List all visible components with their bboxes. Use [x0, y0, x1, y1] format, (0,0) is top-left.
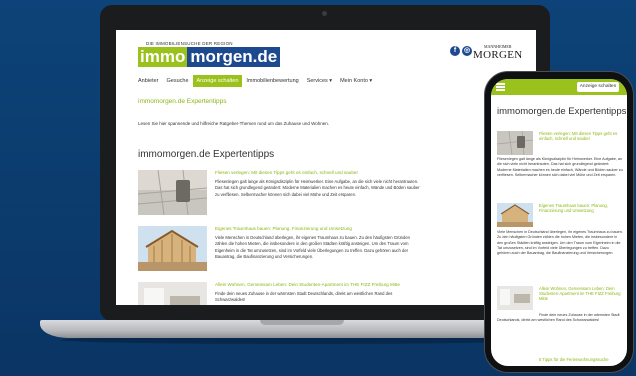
article-thumbnail-tiles [497, 131, 533, 155]
article-title[interactable]: Eigenes Traumhaus bauen: Planung, Finanz… [215, 226, 425, 231]
article-thumbnail-apartment [138, 282, 207, 305]
phone-article-title[interactable]: Allein Wohnen, Gemeinsam Leben: Dein Stu… [539, 286, 623, 301]
phone-next-article-title[interactable]: 5 Tipps für die Ferienwohnungssuche [539, 357, 609, 362]
laptop-screen: DIE IMMOBILIENSUCHE DER REGION immo morg… [116, 30, 536, 305]
nav-immobilienbewertung[interactable]: Immobilienbewertung [242, 75, 302, 87]
site-tagline: DIE IMMOBILIENSUCHE DER REGION [146, 41, 233, 46]
article-thumbnail-tiles [138, 170, 207, 215]
page-heading: immomorgen.de Expertentipps [138, 98, 227, 105]
camera-icon [322, 11, 327, 16]
instagram-icon[interactable]: ◎ [462, 46, 472, 56]
phone-article-title[interactable]: Eigenes Traumhaus bauen: Planung, Finanz… [539, 203, 623, 213]
article-title[interactable]: Fliesen verlegen: Mit diesen Tipps geht … [215, 170, 425, 175]
logo-part-immo: immo [138, 47, 188, 67]
laptop-notch [260, 320, 344, 325]
article-thumbnail-house [497, 203, 533, 227]
article-thumbnail-apartment [497, 286, 533, 310]
main-nav: Anbieter Gesuche Anzeige schalten Immobi… [134, 75, 376, 87]
article-text: Fliesenlegen galt lange als Königsdiszip… [215, 179, 420, 197]
website: DIE IMMOBILIENSUCHE DER REGION immo morg… [116, 30, 536, 305]
nav-mein-konto[interactable]: Mein Konto ▾ [336, 75, 376, 87]
nav-services[interactable]: Services ▾ [303, 75, 336, 87]
article-text: Viele Menschen in Deutschland überlegen,… [215, 235, 411, 260]
phone-anzeige-button[interactable]: Anzeige schalten [577, 82, 619, 92]
phone-article-text: Viele Menschen in Deutschland überlegen,… [497, 230, 623, 256]
nav-anbieter[interactable]: Anbieter [134, 75, 163, 87]
newspaper-logo[interactable]: MANNHEIMER MORGEN [473, 44, 522, 61]
article-item[interactable]: Eigenes Traumhaus bauen: Planung, Finanz… [138, 226, 428, 281]
social-links: f ◎ [450, 46, 472, 56]
article-text: Finde dein neues Zuhause in der wärmsten… [215, 291, 393, 303]
nav-gesuche[interactable]: Gesuche [163, 75, 193, 87]
article-title[interactable]: Allein Wohnen, Gemeinsam Leben: Dein Stu… [215, 282, 425, 287]
article-item[interactable]: Fliesen verlegen: Mit diesen Tipps geht … [138, 170, 428, 225]
phone-article-text: Fliesenlegen galt lange als Königsdiszip… [497, 157, 623, 177]
facebook-icon[interactable]: f [450, 46, 460, 56]
article-item[interactable]: Allein Wohnen, Gemeinsam Leben: Dein Stu… [138, 282, 428, 305]
phone-article-title[interactable]: Fliesen verlegen: Mit diesen Tipps geht … [539, 131, 623, 141]
nav-anzeige-schalten[interactable]: Anzeige schalten [192, 75, 243, 87]
article-thumbnail-house [138, 226, 207, 271]
newspaper-big-text: MORGEN [473, 49, 523, 61]
logo-part-morgen: morgen.de [187, 47, 281, 67]
phone-page-title: immomorgen.de Expertentipps [497, 106, 627, 117]
site-logo[interactable]: immo morgen.de [138, 47, 281, 67]
section-title: immomorgen.de Expertentipps [138, 149, 275, 160]
intro-text: Lesen Sie hier spannende und hilfreiche … [138, 121, 330, 126]
phone-header: Anzeige schalten [491, 79, 627, 95]
phone-article-text: Finde dein neues Zuhause in der wärmsten… [497, 313, 620, 323]
hamburger-menu-icon[interactable] [496, 83, 505, 91]
phone-screen: Anzeige schalten immomorgen.de Expertent… [491, 79, 627, 366]
